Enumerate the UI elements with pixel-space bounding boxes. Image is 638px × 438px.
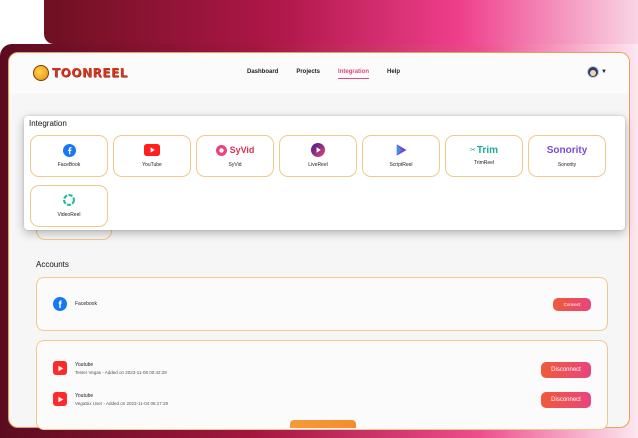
youtube-icon	[144, 142, 160, 158]
facebook-account-card: f Facebook Connect	[36, 277, 608, 331]
integration-tile-scriptreel[interactable]: ScriptReel	[362, 135, 440, 177]
youtube-icon	[53, 392, 67, 406]
facebook-icon	[62, 142, 76, 158]
nav-dashboard[interactable]: Dashboard	[247, 69, 278, 75]
videoreel-icon	[62, 192, 76, 208]
trimreel-logo-text: Trim	[476, 144, 498, 156]
partial-button[interactable]	[290, 420, 356, 428]
facebook-icon: f	[53, 297, 67, 311]
syvid-logo-text: SyVid	[229, 145, 255, 155]
connect-button[interactable]: Connect	[553, 298, 591, 311]
brand-logo[interactable]: TOONREEL	[33, 65, 128, 81]
logo-mascot-icon	[33, 65, 49, 81]
nav-integration[interactable]: Integration	[338, 69, 370, 79]
accounts-title: Accounts	[36, 260, 69, 269]
tile-label: ScriptReel	[389, 162, 413, 168]
account-name: Youtube	[75, 392, 94, 399]
trimreel-logo: ✂ Trim	[470, 142, 498, 158]
livereel-icon	[311, 142, 325, 158]
main-nav: Dashboard Projects Integration Help	[247, 69, 418, 79]
syvid-logo: SyVid	[215, 142, 255, 158]
account-name: Youtube	[75, 361, 94, 368]
youtube-accounts-card: Youtube Tester Vegas - Added on 2023-11-…	[36, 340, 608, 430]
integration-title: Integration	[29, 119, 67, 128]
account-name: Facebook	[75, 301, 97, 307]
scissors-icon: ✂	[470, 147, 476, 154]
integration-tile-videoreel[interactable]: VideoReel	[30, 185, 108, 227]
sonority-logo-text: Sonority	[546, 144, 588, 156]
chevron-down-icon: ▼	[601, 69, 607, 75]
tile-label: Sonority	[557, 162, 577, 168]
youtube-account-row: Youtube VegaSix User - Added on 2023-11-…	[53, 392, 168, 406]
youtube-account-row: Youtube Tester Vegas - Added on 2023-11-…	[53, 361, 167, 375]
integration-tile-livereel[interactable]: LiveReel	[279, 135, 357, 177]
integration-tile-facebook[interactable]: FaceBook	[30, 135, 108, 177]
tile-label: TrimReel	[473, 160, 495, 166]
decorative-back-frame	[44, 0, 638, 44]
disconnect-button[interactable]: Disconnect	[541, 392, 591, 408]
tile-label: FaceBook	[57, 162, 81, 168]
nav-help[interactable]: Help	[387, 69, 400, 75]
disconnect-button[interactable]: Disconnect	[541, 362, 591, 378]
scriptreel-icon	[394, 142, 408, 158]
nav-projects[interactable]: Projects	[296, 69, 320, 75]
avatar	[587, 66, 600, 78]
sonority-logo: Sonority	[547, 142, 588, 158]
top-navbar: TOONREEL Dashboard Projects Integration …	[9, 53, 629, 93]
integration-tile-trimreel[interactable]: ✂ Trim TrimReel	[445, 135, 523, 177]
integration-tile-sonority[interactable]: Sonority Sonority	[528, 135, 606, 177]
account-detail: Tester Vegas - Added on 2023-11-08 00:42…	[75, 369, 167, 375]
account-detail: VegaSix User - Added on 2023-11-04 06:17…	[75, 400, 168, 406]
facebook-account-row: f Facebook	[53, 297, 97, 311]
youtube-icon	[53, 361, 67, 375]
tile-label: VideoReel	[57, 212, 81, 218]
tile-label: SyVid	[228, 162, 242, 168]
tile-label: LiveReel	[308, 162, 328, 168]
tile-label: YouTube	[142, 162, 162, 168]
integration-panel: Integration FaceBook YouTube SyVid SyVid…	[24, 116, 625, 230]
user-menu[interactable]: ▼	[587, 66, 607, 78]
logo-text: TOONREEL	[52, 66, 128, 80]
integration-tile-syvid[interactable]: SyVid SyVid	[196, 135, 274, 177]
integration-tile-youtube[interactable]: YouTube	[113, 135, 191, 177]
